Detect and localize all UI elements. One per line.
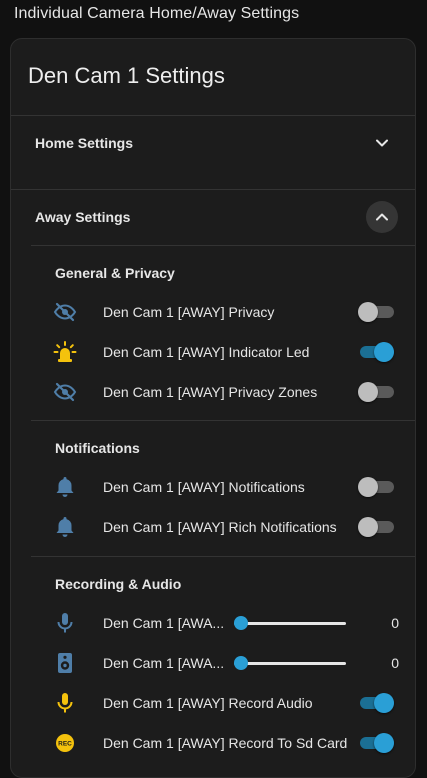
row-privacy-zones: Den Cam 1 [AWAY] Privacy Zones bbox=[11, 372, 415, 412]
row-rich-notifications: Den Cam 1 [AWAY] Rich Notifications bbox=[11, 507, 415, 547]
away-settings-label: Away Settings bbox=[35, 209, 131, 225]
slider-thumb[interactable] bbox=[234, 616, 248, 630]
chevron-up-icon[interactable] bbox=[366, 201, 398, 233]
row-indicator-led: Den Cam 1 [AWAY] Indicator Led bbox=[11, 332, 415, 372]
row-label: Den Cam 1 [AWAY] Rich Notifications bbox=[103, 519, 337, 535]
indicator-led-toggle[interactable] bbox=[358, 342, 394, 362]
speaker-icon bbox=[53, 651, 77, 675]
section-title-notifications: Notifications bbox=[55, 440, 140, 456]
away-settings-header[interactable]: Away Settings bbox=[11, 192, 415, 242]
settings-card: Den Cam 1 Settings Home Settings Away Se… bbox=[10, 38, 416, 778]
row-label: Den Cam 1 [AWA... bbox=[103, 655, 225, 671]
row-record-audio: Den Cam 1 [AWAY] Record Audio bbox=[11, 683, 415, 723]
divider bbox=[31, 556, 415, 557]
divider bbox=[31, 420, 415, 421]
divider bbox=[31, 245, 415, 246]
bell-icon bbox=[53, 475, 77, 499]
home-settings-label: Home Settings bbox=[35, 135, 134, 151]
privacy-zones-toggle[interactable] bbox=[358, 382, 394, 402]
rec-icon: REC bbox=[53, 731, 77, 755]
rich-notifications-toggle[interactable] bbox=[358, 517, 394, 537]
row-label: Den Cam 1 [AWAY] Notifications bbox=[103, 479, 305, 495]
row-record-to-sd-card: REC Den Cam 1 [AWAY] Record To Sd Card bbox=[11, 723, 415, 763]
alarm-light-icon bbox=[53, 340, 77, 364]
eye-off-icon bbox=[53, 300, 77, 324]
record-to-sd-card-toggle[interactable] bbox=[358, 733, 394, 753]
page-title: Individual Camera Home/Away Settings bbox=[14, 5, 300, 22]
row-label: Den Cam 1 [AWAY] Record To Sd Card bbox=[103, 735, 348, 751]
svg-text:REC: REC bbox=[58, 741, 72, 748]
slider-thumb[interactable] bbox=[234, 656, 248, 670]
divider bbox=[11, 115, 415, 116]
row-notifications: Den Cam 1 [AWAY] Notifications bbox=[11, 467, 415, 507]
record-audio-toggle[interactable] bbox=[358, 693, 394, 713]
privacy-toggle[interactable] bbox=[358, 302, 394, 322]
slider-value: 0 bbox=[391, 655, 399, 671]
row-privacy: Den Cam 1 [AWAY] Privacy bbox=[11, 292, 415, 332]
row-speaker-volume: Den Cam 1 [AWA... 0 bbox=[11, 643, 415, 683]
eye-off-icon bbox=[53, 380, 77, 404]
row-label: Den Cam 1 [AWAY] Privacy Zones bbox=[103, 384, 318, 400]
slider-value: 0 bbox=[391, 615, 399, 631]
microphone-icon bbox=[53, 611, 77, 635]
speaker-volume-slider[interactable] bbox=[234, 656, 346, 670]
chevron-down-icon[interactable] bbox=[366, 127, 398, 159]
section-title-recording-audio: Recording & Audio bbox=[55, 576, 182, 592]
microphone-volume-slider[interactable] bbox=[234, 616, 346, 630]
divider bbox=[11, 189, 415, 190]
row-label: Den Cam 1 [AWAY] Privacy bbox=[103, 304, 275, 320]
microphone-icon bbox=[53, 691, 77, 715]
row-microphone-volume: Den Cam 1 [AWA... 0 bbox=[11, 603, 415, 643]
card-title: Den Cam 1 Settings bbox=[28, 63, 225, 88]
notifications-toggle[interactable] bbox=[358, 477, 394, 497]
row-label: Den Cam 1 [AWA... bbox=[103, 615, 225, 631]
row-label: Den Cam 1 [AWAY] Record Audio bbox=[103, 695, 313, 711]
home-settings-header[interactable]: Home Settings bbox=[11, 118, 415, 168]
section-title-general-privacy: General & Privacy bbox=[55, 265, 175, 281]
row-label: Den Cam 1 [AWAY] Indicator Led bbox=[103, 344, 310, 360]
bell-icon bbox=[53, 515, 77, 539]
